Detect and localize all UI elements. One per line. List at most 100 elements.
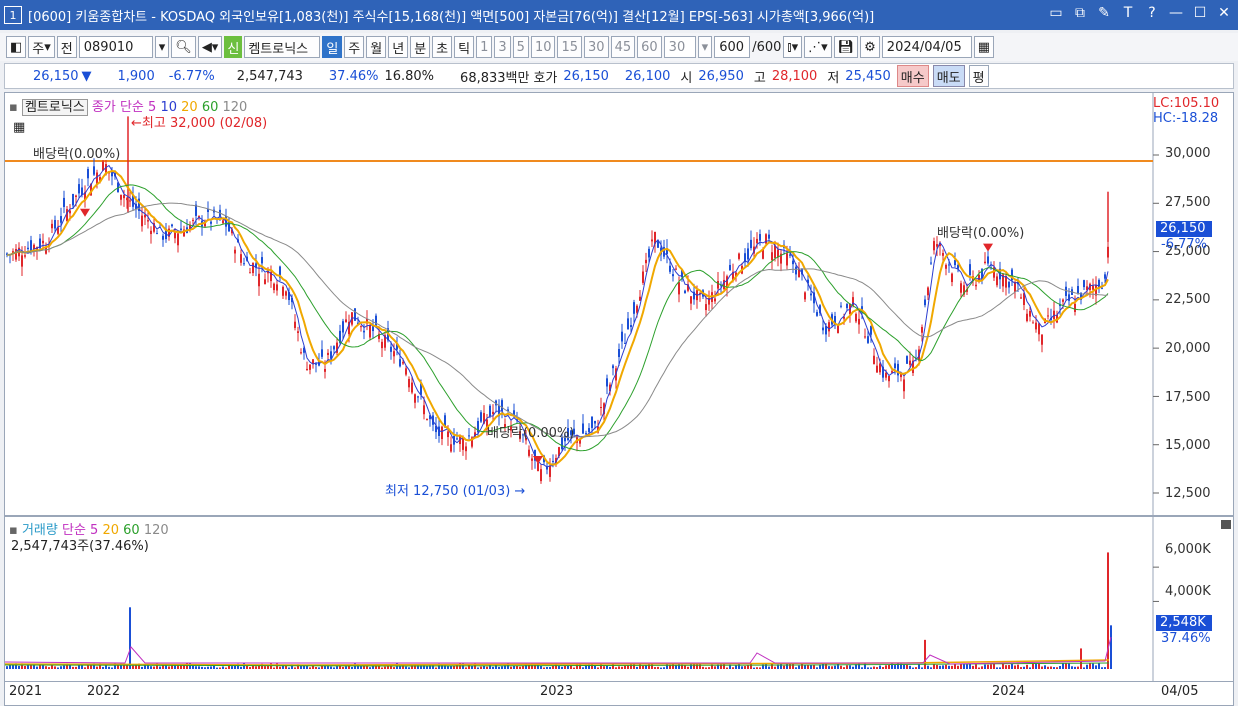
interval-60[interactable]: 60 (637, 36, 662, 58)
period-month[interactable]: 월 (366, 36, 387, 58)
maximize-icon[interactable]: ☐ (1192, 5, 1208, 21)
volume-bar (102, 666, 104, 669)
tile-icon[interactable]: ▭ (1048, 5, 1064, 21)
candle-body (552, 460, 554, 463)
interval-15[interactable]: 15 (557, 36, 583, 58)
candle-body (1101, 287, 1103, 289)
period-tick[interactable]: 틱 (454, 36, 475, 58)
volume-bar (852, 666, 854, 669)
candle-body (72, 193, 74, 206)
panel-collapse-icon[interactable] (1221, 520, 1231, 529)
interval-30[interactable]: 30 (584, 36, 609, 58)
candle-type-icon[interactable]: ⫾▾ (783, 36, 803, 58)
open-price: 26,950 (698, 68, 744, 84)
speaker-icon[interactable]: ◀▾ (197, 36, 223, 58)
panel-handle-icon[interactable]: ▪ (9, 100, 18, 115)
volume-bar (933, 664, 935, 669)
candle-body (411, 382, 413, 393)
candle-body (945, 264, 947, 269)
buy-button[interactable]: 매수 (896, 65, 929, 87)
code-dropdown-icon[interactable]: ▾ (154, 36, 170, 58)
sell-button[interactable]: 매도 (932, 65, 965, 87)
candle-body (888, 376, 890, 382)
tools-icon[interactable]: ✎ (1096, 5, 1112, 21)
period-minute[interactable]: 분 (410, 36, 431, 58)
date-input[interactable]: 2024/04/05 (881, 36, 972, 58)
volume-bar-current (1110, 625, 1112, 669)
volume-bar (552, 665, 554, 669)
eval-button[interactable]: 평 (968, 65, 989, 87)
period-year[interactable]: 년 (388, 36, 409, 58)
volume-bar (1092, 663, 1094, 669)
interval-3[interactable]: 3 (494, 36, 511, 58)
stock-name-tag[interactable]: 켐트로닉스 (21, 99, 88, 116)
candle-body (705, 304, 707, 311)
volume-bar (966, 664, 968, 669)
candle-body (324, 368, 326, 372)
layout-icon[interactable]: ◧ (6, 36, 27, 58)
y-tick-20000: 20,000 (1165, 341, 1211, 356)
settings-gear-icon[interactable]: ⚙ (860, 36, 880, 58)
interval-dropdown-icon[interactable]: ▾ (697, 36, 713, 58)
font-icon[interactable]: T (1120, 5, 1136, 21)
interval-10[interactable]: 10 (530, 36, 556, 58)
table-icon[interactable]: ▦ (13, 120, 25, 135)
candle-body (885, 372, 887, 378)
min-price-note: 최저 12,750 (01/03) → (385, 484, 526, 499)
calendar-icon[interactable]: ▦ (973, 36, 995, 58)
interval-45[interactable]: 45 (610, 36, 636, 58)
candle-body (75, 195, 77, 197)
volume-bar (612, 663, 614, 669)
stock-code-input[interactable]: 089010 (78, 36, 153, 58)
search-icon[interactable]: 🔍︎ (171, 36, 196, 58)
volume-bar (294, 667, 296, 669)
y-tick-12500: 12,500 (1165, 486, 1211, 501)
volume-bar (756, 667, 758, 669)
volume-bar (24, 666, 26, 669)
volume-bar (996, 667, 998, 669)
volume-chart-panel[interactable]: ▪ 거래량 단순 5 20 60 120 2,547,743주(37.46%) … (4, 516, 1234, 682)
candle-body (381, 341, 383, 349)
interval-5[interactable]: 5 (512, 36, 529, 58)
candle-body (93, 166, 95, 175)
volume-bar (72, 666, 74, 669)
window-number[interactable]: 1 (4, 6, 22, 24)
volume-bar (765, 663, 767, 669)
candle-body (162, 235, 164, 240)
volume-bar (1080, 648, 1082, 669)
volume-bar (1029, 667, 1031, 669)
vol-ma5-line (5, 636, 1112, 665)
candle-body (1041, 334, 1043, 345)
help-icon[interactable]: ? (1144, 5, 1160, 21)
candle-body (273, 283, 275, 291)
prev-button[interactable]: 전 (56, 36, 77, 58)
interval-input[interactable]: 30 (663, 36, 696, 58)
period-week[interactable]: 주 (344, 36, 365, 58)
volume-bar (672, 663, 674, 669)
market-label: 주 (32, 41, 45, 57)
candle-body (252, 263, 254, 274)
indicator-icon[interactable]: ⋰▾ (804, 36, 832, 58)
price-chart-panel[interactable]: ▪ 켐트로닉스 종가 단순 5 10 20 60 120 ▦ ←최고 32,00… (4, 92, 1234, 516)
candle-body (531, 458, 533, 461)
candle-body (402, 362, 404, 364)
count-input[interactable]: 600 (714, 36, 751, 58)
volume-bar (987, 664, 989, 669)
volume-bar (870, 667, 872, 669)
candle-body (369, 325, 371, 338)
interval-1[interactable]: 1 (476, 36, 493, 58)
market-select[interactable]: 주 ▾ (28, 36, 55, 58)
stock-name-field[interactable]: 켐트로닉스 (244, 36, 321, 58)
period-second[interactable]: 초 (432, 36, 453, 58)
close-icon[interactable]: ✕ (1216, 5, 1232, 21)
period-day[interactable]: 일 (322, 36, 343, 58)
candle-body (408, 378, 410, 388)
candle-body (657, 241, 659, 248)
volume-bar (456, 664, 458, 669)
cascade-icon[interactable]: ⧉ (1072, 5, 1088, 21)
minimize-icon[interactable]: — (1168, 5, 1184, 21)
dividend-note-3: 배당락(0.00%) (937, 226, 1025, 241)
candle-body (264, 279, 266, 285)
save-icon[interactable]: 💾︎ (833, 36, 859, 58)
candle-body (774, 245, 776, 258)
